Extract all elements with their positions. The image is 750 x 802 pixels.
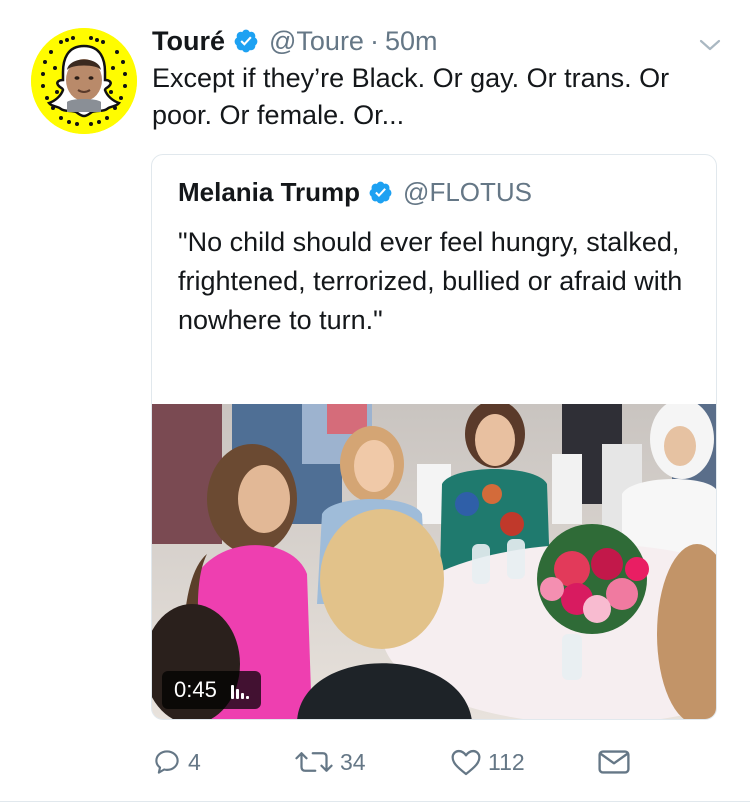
volume-icon <box>230 681 249 699</box>
author-name[interactable]: Touré <box>152 26 225 57</box>
retweet-count: 34 <box>340 748 366 775</box>
reply-count: 4 <box>188 748 201 775</box>
tweet-header: Touré @Toure · 50m <box>152 23 730 59</box>
quoted-tweet-header: Melania Trump @FLOTUS <box>178 177 532 208</box>
reply-icon <box>155 750 179 774</box>
retweet-icon <box>295 752 333 772</box>
verified-icon <box>368 180 393 205</box>
video-duration: 0:45 <box>174 677 217 702</box>
quoted-author-name: Melania Trump <box>178 177 361 207</box>
message-icon <box>598 750 630 774</box>
quoted-tweet[interactable]: Melania Trump @FLOTUS "No child should e… <box>151 154 717 720</box>
tweet-actions: 4 34 112 <box>152 744 642 780</box>
like-button[interactable]: 112 <box>450 744 525 780</box>
like-icon <box>451 749 481 776</box>
timestamp[interactable]: 50m <box>385 26 438 57</box>
tweet-text: Except if they’re Black. Or gay. Or tran… <box>152 63 670 130</box>
separator: · <box>369 25 379 56</box>
quoted-author-handle: @FLOTUS <box>403 177 533 207</box>
chevron-down-icon[interactable] <box>698 31 722 51</box>
snapcode-avatar-icon <box>31 28 137 134</box>
reply-button[interactable]: 4 <box>152 744 201 780</box>
retweet-button[interactable]: 34 <box>294 744 366 780</box>
author-handle[interactable]: @Toure <box>269 26 364 57</box>
like-count: 112 <box>488 748 525 775</box>
quoted-tweet-text: "No child should ever feel hungry, stalk… <box>178 227 683 335</box>
verified-icon <box>233 28 259 54</box>
direct-message-button[interactable] <box>597 744 631 780</box>
video-player[interactable]: 0:45 <box>152 404 716 719</box>
author-avatar[interactable] <box>31 28 137 134</box>
video-duration-badge: 0:45 <box>162 671 261 709</box>
